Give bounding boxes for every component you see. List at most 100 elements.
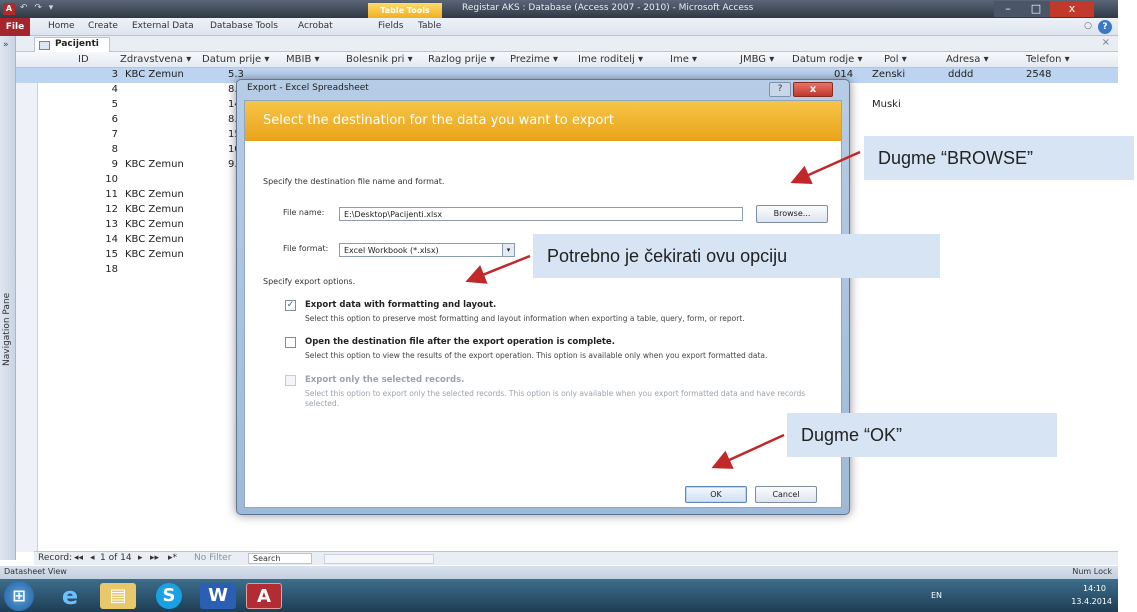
prev-record-button[interactable]: ◂ xyxy=(90,553,95,563)
selected-records-label: Export only the selected records. xyxy=(305,375,465,385)
clock-time[interactable]: 14:10 xyxy=(1083,584,1106,593)
cell-zdravstvena[interactable]: KBC Zemun xyxy=(125,249,184,260)
view-status: Datasheet View xyxy=(4,567,67,576)
column-header[interactable]: Datum rodje ▾ xyxy=(792,54,863,65)
file-explorer-icon[interactable]: ▤ xyxy=(100,583,136,609)
word-icon[interactable]: W xyxy=(200,583,236,609)
horizontal-scrollbar[interactable] xyxy=(324,554,434,564)
cell-id[interactable]: 5 xyxy=(76,99,118,110)
windows-taskbar: ⊞ e ▤ S W A EN 14:10 13.4.2014 xyxy=(0,579,1118,612)
cell-id[interactable]: 10 xyxy=(76,174,118,185)
cell-zdravstvena[interactable]: KBC Zemun xyxy=(125,159,184,170)
search-input[interactable]: Search xyxy=(248,553,312,564)
ribbon-minimize-icon[interactable]: ○ xyxy=(1084,21,1092,31)
close-window-button[interactable]: x xyxy=(1050,1,1094,17)
export-formatting-label[interactable]: Export data with formatting and layout. xyxy=(305,300,496,310)
cell-zdravstvena[interactable]: KBC Zemun xyxy=(125,234,184,245)
tab-home[interactable]: Home xyxy=(48,21,75,31)
file-name-input[interactable]: E:\Desktop\Pacijenti.xlsx xyxy=(339,207,743,221)
cell-pol[interactable]: Zenski xyxy=(872,69,905,80)
language-indicator[interactable]: EN xyxy=(931,591,942,600)
navigation-pane-label: Navigation Pane xyxy=(2,292,12,366)
column-header[interactable]: Ime roditelj ▾ xyxy=(578,54,643,65)
skype-icon[interactable]: S xyxy=(156,583,182,609)
column-header[interactable]: ID xyxy=(78,54,89,65)
column-header[interactable]: Pol ▾ xyxy=(884,54,907,65)
cell-telefon[interactable]: 2548 xyxy=(1026,69,1051,80)
cell-id[interactable]: 7 xyxy=(76,129,118,140)
tab-create[interactable]: Create xyxy=(88,21,118,31)
dialog-help-button[interactable]: ? xyxy=(769,82,791,97)
ok-button[interactable]: OK xyxy=(685,486,747,503)
column-header[interactable]: Razlog prije ▾ xyxy=(428,54,495,65)
window-title: Registar AKS : Database (Access 2007 - 2… xyxy=(462,3,754,13)
column-header[interactable]: JMBG ▾ xyxy=(740,54,774,65)
file-format-label: File format: xyxy=(283,244,329,253)
quick-access-toolbar[interactable]: ↶ ↷ ▾ xyxy=(20,3,55,13)
chevron-down-icon[interactable]: ▾ xyxy=(502,244,514,256)
minimize-button[interactable]: – xyxy=(994,1,1022,17)
cell-id[interactable]: 6 xyxy=(76,114,118,125)
dialog-body: Select the destination for the data you … xyxy=(244,100,842,508)
access-app-icon[interactable]: A xyxy=(3,3,15,15)
tab-pacijenti[interactable]: Pacijenti xyxy=(34,37,110,52)
cell-id[interactable]: 13 xyxy=(76,219,118,230)
cell-zdravstvena[interactable]: KBC Zemun xyxy=(125,204,184,215)
cell-id[interactable]: 18 xyxy=(76,264,118,275)
file-format-value: Excel Workbook (*.xlsx) xyxy=(344,246,439,255)
close-document-icon[interactable]: × xyxy=(1102,37,1110,48)
new-record-button[interactable]: ▸* xyxy=(168,553,177,563)
tab-database-tools[interactable]: Database Tools xyxy=(210,21,278,31)
cell-id[interactable]: 11 xyxy=(76,189,118,200)
record-position[interactable]: 1 of 14 xyxy=(100,553,132,563)
export-formatting-description: Select this option to preserve most form… xyxy=(305,314,745,323)
cell-zdravstvena[interactable]: KBC Zemun xyxy=(125,69,184,80)
maximize-button[interactable]: □ xyxy=(1022,1,1050,17)
cell-id[interactable]: 3 xyxy=(76,69,118,80)
cell-id[interactable]: 4 xyxy=(76,84,118,95)
table-tools-contextual-tab: Table Tools xyxy=(368,3,442,18)
internet-explorer-icon[interactable]: e xyxy=(52,583,88,609)
tab-file[interactable]: File xyxy=(0,18,30,36)
record-label: Record: xyxy=(38,553,73,563)
cell-id[interactable]: 8 xyxy=(76,144,118,155)
access-icon[interactable]: A xyxy=(246,583,282,609)
tab-table[interactable]: Table xyxy=(418,21,441,31)
column-header[interactable]: Telefon ▾ xyxy=(1026,54,1070,65)
export-formatting-checkbox[interactable]: ✓ xyxy=(285,300,296,311)
column-header[interactable]: Adresa ▾ xyxy=(946,54,989,65)
cell-id[interactable]: 12 xyxy=(76,204,118,215)
cell-adresa[interactable]: dddd xyxy=(948,69,973,80)
tab-external-data[interactable]: External Data xyxy=(132,21,194,31)
open-destination-checkbox[interactable] xyxy=(285,337,296,348)
cell-id[interactable]: 15 xyxy=(76,249,118,260)
column-header[interactable]: Bolesnik pri ▾ xyxy=(346,54,413,65)
tab-acrobat[interactable]: Acrobat xyxy=(298,21,333,31)
browse-button[interactable]: Browse... xyxy=(756,205,828,223)
cell-id[interactable]: 14 xyxy=(76,234,118,245)
clock-date[interactable]: 13.4.2014 xyxy=(1071,597,1112,606)
navigation-pane[interactable]: » Navigation Pane xyxy=(0,36,16,560)
expand-chevron-icon[interactable]: » xyxy=(3,40,9,50)
help-icon[interactable]: ? xyxy=(1098,20,1112,34)
no-filter-indicator[interactable]: No Filter xyxy=(194,553,231,563)
cell-pol[interactable]: Muski xyxy=(872,99,901,110)
next-record-button[interactable]: ▸ xyxy=(138,553,143,563)
start-button[interactable]: ⊞ xyxy=(4,581,34,611)
last-record-button[interactable]: ▸▸ xyxy=(150,553,159,563)
open-destination-label[interactable]: Open the destination file after the expo… xyxy=(305,337,615,347)
browse-annotation: Dugme “BROWSE” xyxy=(864,136,1134,180)
column-header[interactable]: Datum prije ▾ xyxy=(202,54,269,65)
dialog-close-button[interactable]: x xyxy=(793,82,833,97)
cancel-button[interactable]: Cancel xyxy=(755,486,817,503)
file-format-select[interactable]: Excel Workbook (*.xlsx) ▾ xyxy=(339,243,515,257)
tab-fields[interactable]: Fields xyxy=(378,21,403,31)
first-record-button[interactable]: ◂◂ xyxy=(74,553,83,563)
column-header[interactable]: Ime ▾ xyxy=(670,54,697,65)
cell-id[interactable]: 9 xyxy=(76,159,118,170)
column-header[interactable]: Zdravstvena ▾ xyxy=(120,54,191,65)
cell-zdravstvena[interactable]: KBC Zemun xyxy=(125,219,184,230)
column-header[interactable]: Prezime ▾ xyxy=(510,54,558,65)
column-header[interactable]: MBIB ▾ xyxy=(286,54,320,65)
cell-zdravstvena[interactable]: KBC Zemun xyxy=(125,189,184,200)
